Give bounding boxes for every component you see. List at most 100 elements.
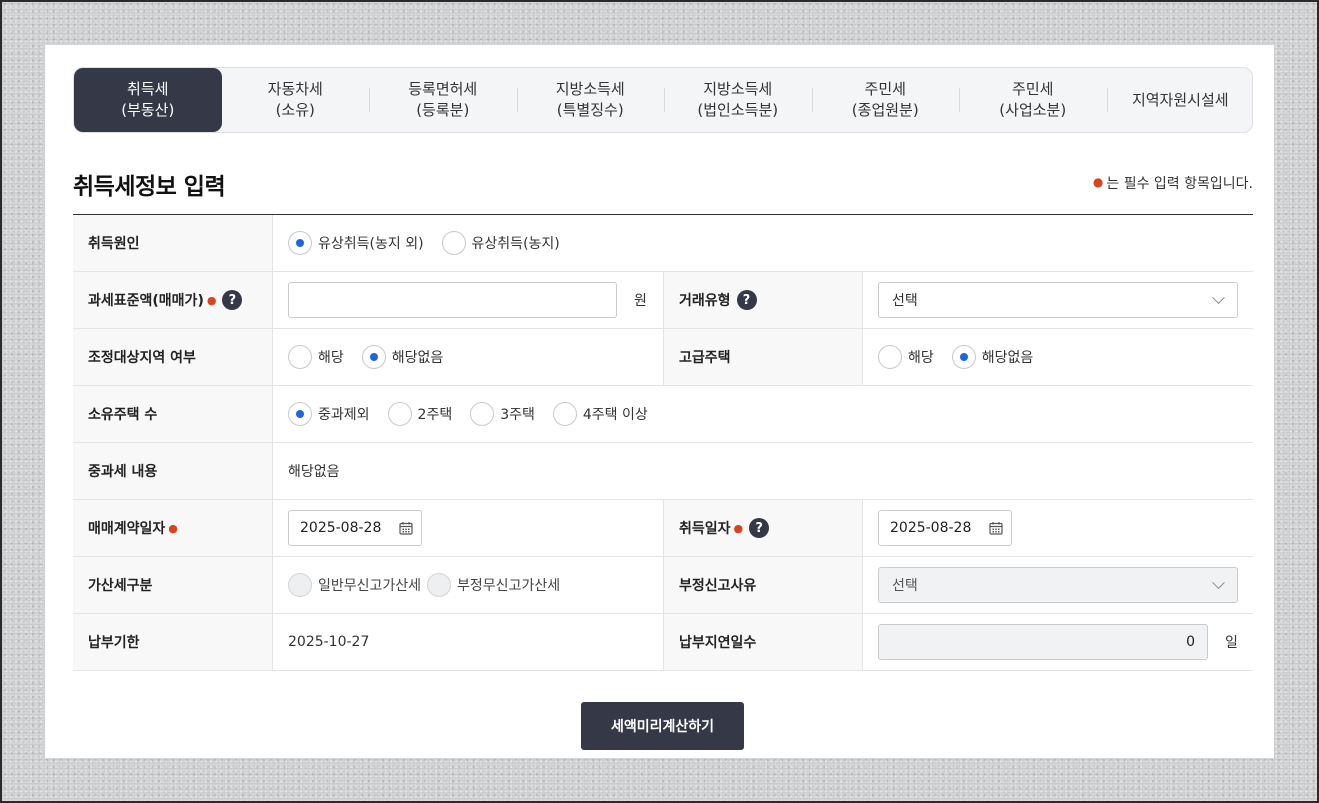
adjust-area-option-yes[interactable]: 해당: [288, 345, 344, 369]
radio-circle: [441, 231, 466, 255]
form-row: 과세표준액(매매가) ●? 원 거래유형? 선택: [73, 272, 1253, 329]
radio-label: 해당없음: [391, 350, 444, 366]
chevron-down-icon: [1212, 575, 1225, 589]
help-icon[interactable]: ?: [736, 290, 757, 310]
select-value: 선택: [892, 293, 918, 309]
radio-circle: [288, 402, 312, 426]
luxury-house-option-yes[interactable]: 해당: [878, 345, 934, 369]
acq-date-cell: 2025-08-28: [863, 500, 1253, 556]
radio-label: 일반무신고가산세: [318, 578, 422, 594]
heavy-tax-value: 해당없음: [288, 464, 340, 480]
chevron-down-icon: [1212, 290, 1225, 304]
tab-regional-resource-tax[interactable]: 지역자원시설세: [1106, 68, 1255, 132]
contract-date-label: 매매계약일자: [88, 521, 166, 537]
due-date-value: 2025-10-27: [288, 634, 370, 650]
tab-local-income-tax-withholding[interactable]: 지방소득세 (특별징수): [516, 68, 665, 132]
calendar-icon: [399, 522, 413, 535]
radio-circle: [427, 573, 452, 597]
help-icon[interactable]: ?: [222, 290, 243, 310]
fraud-reason-label: 부정신고사유: [679, 578, 757, 594]
acquisition-tax-form: 취득원인 유상취득(농지 외) 유상취득(농지) 과세표준액(매매가) ●? 원 …: [73, 214, 1253, 671]
radio-circle: [288, 573, 312, 597]
field-label: 가산세구분: [73, 557, 273, 613]
acq-reason-option-farmland[interactable]: 유상취득(농지): [441, 231, 560, 255]
house-count-option-2[interactable]: 2주택: [387, 402, 453, 426]
page-title: 취득세정보 입력: [73, 174, 226, 200]
field-label: 매매계약일자 ●: [73, 500, 273, 556]
radio-circle: [470, 402, 495, 426]
radio-label: 4주택 이상: [582, 407, 648, 423]
radio-circle: [552, 402, 577, 426]
deal-type-label: 거래유형: [679, 293, 731, 309]
field-label: 취득원인: [73, 215, 273, 271]
field-label: 납부지연일수: [663, 614, 863, 670]
radio-circle: [288, 345, 312, 369]
deal-type-cell: 선택: [863, 272, 1253, 328]
radio-label: 중과제외: [318, 407, 370, 423]
deal-type-select[interactable]: 선택: [878, 282, 1238, 318]
field-label: 거래유형?: [663, 272, 863, 328]
help-icon[interactable]: ?: [749, 518, 770, 538]
fraud-reason-select[interactable]: 선택: [878, 567, 1238, 603]
house-count-radio-group: 중과제외 2주택 3주택 4주택 이상: [273, 386, 1253, 442]
penalty-type-label: 가산세구분: [88, 578, 153, 594]
field-label: 과세표준액(매매가) ●?: [73, 272, 273, 328]
house-count-option-3[interactable]: 3주택: [470, 402, 535, 426]
luxury-house-radio-group: 해당 해당없음: [863, 329, 1253, 385]
required-note-text: 는 필수 입력 항목입니다.: [1106, 176, 1253, 192]
contract-date-cell: 2025-08-28: [273, 500, 663, 556]
select-value: 선택: [892, 578, 918, 594]
form-row: 중과세 내용 해당없음: [73, 443, 1253, 500]
field-label: 고급주택: [663, 329, 863, 385]
adjust-area-option-no[interactable]: 해당없음: [361, 345, 444, 369]
radio-label: 유상취득(농지): [471, 236, 560, 252]
form-row: 가산세구분 일반무신고가산세 부정무신고가산세 부정신고사유 선택: [73, 557, 1253, 614]
tab-resident-tax-business[interactable]: 주민세 (사업소분): [959, 68, 1107, 132]
calendar-icon: [989, 522, 1003, 535]
delay-days-cell: 0 일: [863, 614, 1253, 670]
radio-circle: [288, 231, 312, 255]
tab-acquisition-tax[interactable]: 취득세 (부동산): [74, 68, 222, 132]
acq-date-picker[interactable]: 2025-08-28: [878, 510, 1012, 546]
luxury-house-option-no[interactable]: 해당없음: [951, 345, 1033, 369]
tax-tab-bar: 취득세 (부동산) 자동차세 (소유) 등록면허세 (등록분) 지방소득세 (특…: [73, 67, 1253, 133]
acq-reason-option-non-farmland[interactable]: 유상취득(농지 외): [288, 231, 424, 255]
tax-base-input[interactable]: [288, 282, 617, 318]
form-row: 납부기한 2025-10-27 납부지연일수 0 일: [73, 614, 1253, 671]
day-unit: 일: [1225, 635, 1238, 651]
field-label: 중과세 내용: [73, 443, 273, 499]
tab-vehicle-tax[interactable]: 자동차세 (소유): [222, 68, 370, 132]
radio-label: 부정무신고가산세: [457, 578, 561, 594]
date-value: 2025-08-28: [890, 520, 972, 536]
radio-label: 2주택: [417, 407, 453, 423]
penalty-option-general[interactable]: 일반무신고가산세: [288, 573, 421, 597]
required-dot-icon: ●: [1092, 175, 1104, 189]
calculator-panel: 취득세 (부동산) 자동차세 (소유) 등록면허세 (등록분) 지방소득세 (특…: [45, 45, 1274, 758]
radio-circle: [361, 345, 386, 369]
house-count-option-4plus[interactable]: 4주택 이상: [552, 402, 648, 426]
tab-resident-tax-employee[interactable]: 주민세 (종업원분): [811, 68, 960, 132]
house-count-option-excluded[interactable]: 중과제외: [288, 402, 370, 426]
date-value: 2025-08-28: [300, 520, 382, 536]
delay-days-label: 납부지연일수: [679, 635, 757, 651]
form-row: 매매계약일자 ● 2025-08-28 취득일자 ●? 2025-08-28: [73, 500, 1253, 557]
house-count-label: 소유주택 수: [88, 407, 158, 423]
radio-label: 해당: [318, 350, 344, 366]
radio-circle: [951, 345, 976, 369]
penalty-option-fraud[interactable]: 부정무신고가산세: [427, 573, 560, 597]
radio-circle: [387, 402, 412, 426]
tab-registration-license-tax[interactable]: 등록면허세 (등록분): [369, 68, 517, 132]
radio-label: 해당: [908, 350, 934, 366]
calculate-tax-button[interactable]: 세액미리계산하기: [581, 702, 744, 750]
radio-label: 3주택: [500, 407, 535, 423]
tab-local-income-tax-corporate[interactable]: 지방소득세 (법인소득분): [664, 68, 812, 132]
field-label: 납부기한: [73, 614, 273, 670]
form-row: 조정대상지역 여부 해당 해당없음 고급주택 해당 해당없음: [73, 329, 1253, 386]
delay-days-field: 0: [878, 624, 1208, 660]
luxury-house-label: 고급주택: [679, 350, 731, 366]
adjust-area-label: 조정대상지역 여부: [88, 350, 196, 366]
contract-date-picker[interactable]: 2025-08-28: [288, 510, 422, 546]
fraud-reason-cell: 선택: [863, 557, 1253, 613]
heavy-tax-label: 중과세 내용: [88, 464, 158, 480]
penalty-type-radio-group: 일반무신고가산세 부정무신고가산세: [273, 557, 663, 613]
